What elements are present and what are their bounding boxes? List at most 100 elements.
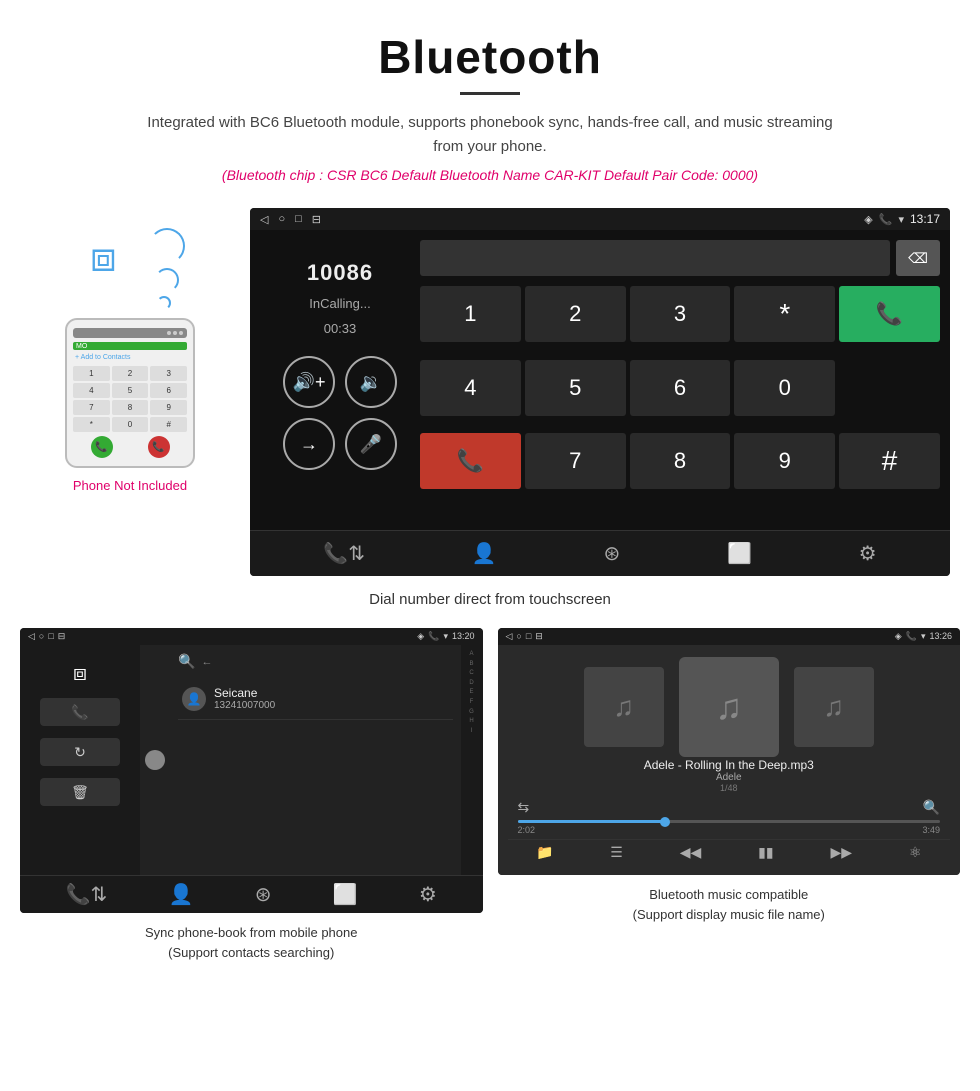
pb-nav-dialpad-icon[interactable]: ⊛ xyxy=(255,882,272,907)
shuffle-icon[interactable]: ⇆ xyxy=(518,799,530,816)
album-cover-main: ♫ xyxy=(679,657,779,757)
music-content: ♫ ♫ ♫ Adele - Rolling In the Deep.mp3 Ad… xyxy=(498,645,961,875)
call-control-buttons: 🔊+ 🔉 → 🎤 xyxy=(283,356,397,470)
pb-nav-contact-icon[interactable]: 👤 xyxy=(169,882,194,907)
pb-nav-transfer-icon[interactable]: ⬜ xyxy=(333,882,358,907)
search-music-icon[interactable]: 🔍 xyxy=(923,799,940,816)
phonebook-sidebar: ⧈ 📞 ↻ 🗑 xyxy=(20,645,140,875)
dialpad-key-4[interactable]: 4 xyxy=(420,360,521,416)
song-artist: Adele xyxy=(644,772,814,783)
dialpad-key-6[interactable]: 6 xyxy=(630,360,731,416)
music-prev-icon[interactable]: ◀◀ xyxy=(680,844,702,861)
back-icon: ◁ xyxy=(260,213,268,226)
music-note-icon-left: ♫ xyxy=(613,691,634,723)
transfer-button[interactable]: → xyxy=(283,418,335,470)
phone-call-button: 📞 xyxy=(91,436,113,458)
phone-key-9: 9 xyxy=(150,400,187,415)
music-progress-bar: 2:02 3:49 xyxy=(508,820,951,835)
phone-key-2: 2 xyxy=(112,366,149,381)
nav-settings-icon[interactable]: ⚙ xyxy=(859,541,877,566)
bluetooth-icon-area: ⧈ xyxy=(70,223,190,303)
pb-delete-button[interactable]: 🗑 xyxy=(40,778,120,806)
pb-call-button[interactable]: 📞 xyxy=(40,698,120,726)
dialpad-display: ⌫ xyxy=(420,240,940,276)
progress-thumb[interactable] xyxy=(660,817,670,827)
phone-key-1: 1 xyxy=(73,366,110,381)
music-screen: ◁ ○ □ ⊟ ◈ 📞 ▾ 13:26 ♫ xyxy=(498,628,961,875)
music-equalizer-icon[interactable]: ⚛ xyxy=(909,844,922,861)
music-next-icon[interactable]: ▶▶ xyxy=(830,844,852,861)
call-btn-row-2: → 🎤 xyxy=(283,418,397,470)
car-status-nav-icons: ◁ ○ □ ⊟ xyxy=(260,213,321,226)
dialpad-call-button[interactable]: 📞 xyxy=(839,286,940,342)
pb-nav-settings-icon[interactable]: ⚙ xyxy=(419,882,437,907)
wifi-icon: ▾ xyxy=(898,213,904,226)
location-icon: ◈ xyxy=(864,213,872,226)
pb-home-icon: ○ xyxy=(39,631,44,642)
nav-contact-icon[interactable]: 👤 xyxy=(472,541,497,566)
music-nav-icons: ◁ ○ □ ⊟ xyxy=(506,631,543,642)
pb-nav-call-icon[interactable]: 📞⇅ xyxy=(66,882,108,907)
phone-key-hash: # xyxy=(150,417,187,432)
call-timer: 00:33 xyxy=(324,321,357,336)
phone-status-dot xyxy=(167,331,171,335)
contact-avatar: 👤 xyxy=(182,687,206,711)
phone-key-3: 3 xyxy=(150,366,187,381)
phone-not-included-label: Phone Not Included xyxy=(73,478,187,493)
contact-name: Seicane xyxy=(214,686,275,700)
volume-up-button[interactable]: 🔊+ xyxy=(283,356,335,408)
dialpad-key-9[interactable]: 9 xyxy=(734,433,835,489)
dialpad-key-3[interactable]: 3 xyxy=(630,286,731,342)
music-screen-block: ◁ ○ □ ⊟ ◈ 📞 ▾ 13:26 ♫ xyxy=(498,628,961,962)
dialpad-key-1[interactable]: 1 xyxy=(420,286,521,342)
dialpad-key-5[interactable]: 5 xyxy=(525,360,626,416)
car-screen-wrapper: ◁ ○ □ ⊟ ◈ 📞 ▾ 13:17 10086 InCalling... 0… xyxy=(240,203,960,581)
music-clock: 13:26 xyxy=(929,631,952,642)
dialpad-key-8[interactable]: 8 xyxy=(630,433,731,489)
page-header: Bluetooth Integrated with BC6 Bluetooth … xyxy=(0,0,980,193)
phonebook-caption-line1: Sync phone-book from mobile phone xyxy=(145,925,357,940)
pb-sync-button[interactable]: ↻ xyxy=(40,738,120,766)
car-clock: 13:17 xyxy=(910,212,940,226)
music-bottom-nav: 📁 ☰ ◀◀ ▮▮ ▶▶ ⚛ xyxy=(508,839,951,865)
call-number: 10086 xyxy=(307,260,373,286)
phonebook-slider-thumb[interactable] xyxy=(145,750,165,770)
music-info: Adele - Rolling In the Deep.mp3 Adele 1/… xyxy=(644,758,814,793)
backspace-button[interactable]: ⌫ xyxy=(896,240,940,276)
phonebook-search-area: 🔍 ← 👤 Seicane 13241007000 xyxy=(170,645,461,875)
recents-icon: □ xyxy=(295,213,302,225)
dialpad-key-star[interactable]: * xyxy=(734,286,835,342)
music-play-pause-icon[interactable]: ▮▮ xyxy=(758,844,773,861)
dialpad-end-button[interactable]: 📞 xyxy=(420,433,521,489)
music-caption-line2: (Support display music file name) xyxy=(633,907,825,922)
dialpad-key-0[interactable]: 0 xyxy=(734,360,835,416)
phone-end-button: 📞 xyxy=(148,436,170,458)
music-location-icon: ◈ xyxy=(895,631,902,642)
phonebook-status-bar: ◁ ○ □ ⊟ ◈ 📞 ▾ 13:20 xyxy=(20,628,483,645)
signal-wave-medium xyxy=(155,268,179,292)
dialpad-key-hash[interactable]: # xyxy=(839,433,940,489)
progress-track xyxy=(518,820,941,823)
nav-transfer-icon[interactable]: ⬜ xyxy=(727,541,752,566)
music-status-bar: ◁ ○ □ ⊟ ◈ 📞 ▾ 13:26 xyxy=(498,628,961,645)
nav-call-icon[interactable]: 📞⇅ xyxy=(323,541,365,566)
car-status-bar: ◁ ○ □ ⊟ ◈ 📞 ▾ 13:17 xyxy=(250,208,950,230)
call-area: 10086 InCalling... 00:33 🔊+ 🔉 → 🎤 xyxy=(250,230,950,530)
music-folder-icon[interactable]: 📁 xyxy=(536,844,553,861)
contact-info: Seicane 13241007000 xyxy=(214,686,275,711)
music-list-icon[interactable]: ☰ xyxy=(610,844,623,861)
volume-down-button[interactable]: 🔉 xyxy=(345,356,397,408)
notification-icon: ⊟ xyxy=(312,213,321,226)
pb-signal-icon: 📞 xyxy=(428,631,439,642)
header-description: Integrated with BC6 Bluetooth module, su… xyxy=(140,111,840,159)
call-btn-row-1: 🔊+ 🔉 xyxy=(283,356,397,408)
progress-fill xyxy=(518,820,666,823)
dialpad-key-2[interactable]: 2 xyxy=(525,286,626,342)
nav-dialpad-icon[interactable]: ⊛ xyxy=(603,541,620,566)
phone-status-bar xyxy=(73,328,187,338)
phonebook-contact-row[interactable]: 👤 Seicane 13241007000 xyxy=(178,678,453,720)
mute-button[interactable]: 🎤 xyxy=(345,418,397,470)
album-art-area: ♫ ♫ ♫ xyxy=(584,655,874,758)
album-cover-right: ♫ xyxy=(794,667,874,747)
dialpad-key-7[interactable]: 7 xyxy=(525,433,626,489)
